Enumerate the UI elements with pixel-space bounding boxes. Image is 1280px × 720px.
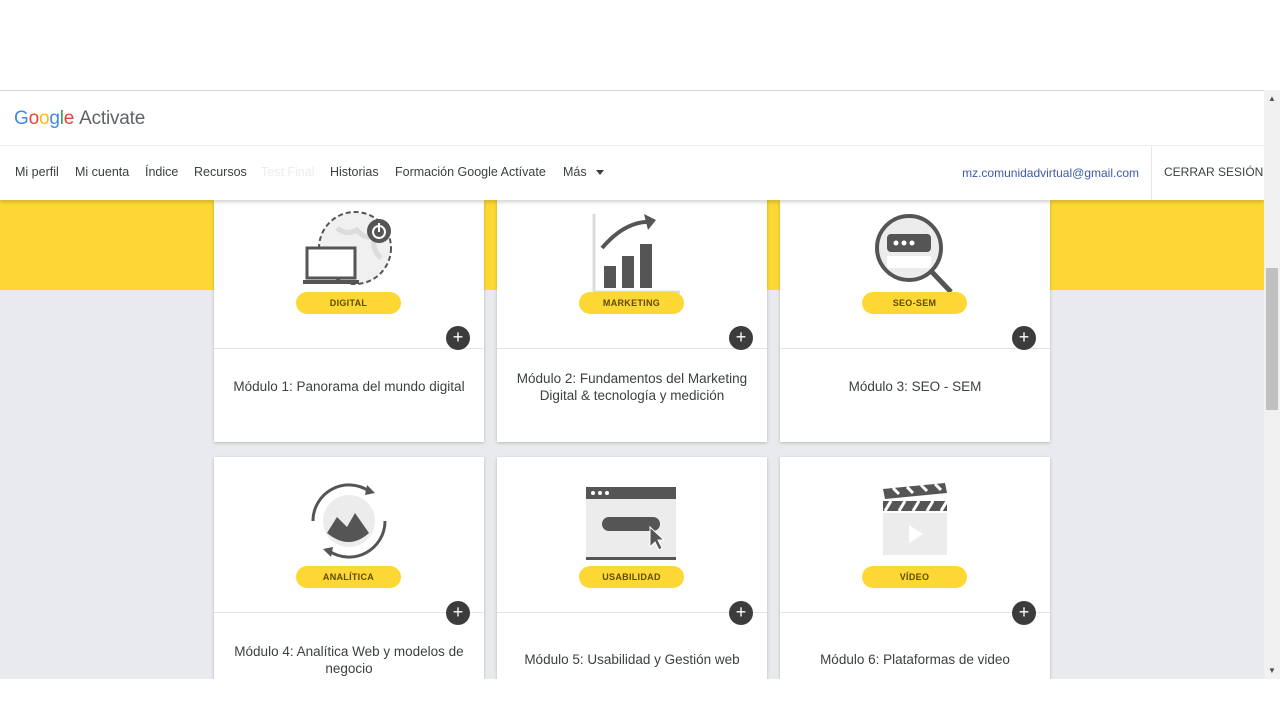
clapperboard-icon [883,482,949,555]
magnifier-browser-icon [875,214,953,294]
card-top: MARKETING [497,200,767,349]
nav-formacion[interactable]: Formación Google Actívate [395,165,546,179]
vertical-scrollbar[interactable]: ▲ ▼ [1264,90,1280,679]
analytics-cycle-icon [311,483,387,559]
nav-recursos[interactable]: Recursos [194,165,247,179]
expand-plus-button[interactable]: + [729,326,753,350]
module-title[interactable]: Módulo 5: Usabilidad y Gestión web [509,651,755,668]
module-card-1[interactable]: DIGITAL + Módulo 1: Panorama del mundo d… [214,200,484,442]
nav-mi-cuenta[interactable]: Mi cuenta [75,165,129,179]
badge-digital: DIGITAL [296,292,401,314]
logout-button[interactable]: CERRAR SESIÓN [1164,165,1263,179]
card-top: VÍDEO [780,457,1050,613]
badge-usabilidad: USABILIDAD [579,566,684,588]
logout-divider [1151,146,1152,200]
site-header: Google Activate Mi perfil Mi cuenta Índic… [0,91,1264,200]
google-activate-logo[interactable]: Google Activate [14,108,145,130]
module-title[interactable]: Módulo 1: Panorama del mundo digital [226,378,472,395]
module-title[interactable]: Módulo 6: Plataformas de video [792,651,1038,668]
expand-plus-button[interactable]: + [1012,601,1036,625]
window-bottom-area [0,679,1280,720]
nav-mi-perfil[interactable]: Mi perfil [15,165,59,179]
module-card-4[interactable]: ANALÍTICA + Módulo 4: Analítica Web y mo… [214,457,484,680]
scroll-thumb[interactable] [1266,268,1278,410]
chevron-down-icon [595,170,604,176]
growth-chart-icon [592,214,680,294]
module-card-2[interactable]: MARKETING + Módulo 2: Fundamentos del Ma… [497,200,767,442]
nav-historias[interactable]: Historias [330,165,379,179]
browser-cursor-icon [586,487,676,560]
nav-mas-dropdown[interactable]: Más [563,165,604,179]
expand-plus-button[interactable]: + [729,601,753,625]
module-card-6[interactable]: VÍDEO + Módulo 6: Plataformas de video [780,457,1050,680]
scroll-up-arrow-icon[interactable]: ▲ [1264,90,1280,107]
module-title[interactable]: Módulo 2: Fundamentos del Marketing Digi… [509,370,755,404]
scroll-down-arrow-icon[interactable]: ▼ [1264,662,1280,679]
expand-plus-button[interactable]: + [1012,326,1036,350]
nav-test-final[interactable]: Test Final [261,165,315,179]
module-title[interactable]: Módulo 3: SEO - SEM [792,378,1038,395]
card-top: DIGITAL [214,200,484,349]
nav-mas-label: Más [563,165,587,179]
expand-plus-button[interactable]: + [446,326,470,350]
badge-marketing: MARKETING [579,292,684,314]
nav-indice[interactable]: Índice [145,165,178,179]
module-card-5[interactable]: USABILIDAD + Módulo 5: Usabilidad y Gest… [497,457,767,680]
badge-seo-sem: SEO-SEM [862,292,967,314]
expand-plus-button[interactable]: + [446,601,470,625]
page-viewport: DIGITAL + Módulo 1: Panorama del mundo d… [0,90,1264,680]
globe-laptop-power-icon [303,211,392,285]
module-card-3[interactable]: SEO-SEM + Módulo 3: SEO - SEM [780,200,1050,442]
badge-video: VÍDEO [862,566,967,588]
card-top: SEO-SEM [780,200,1050,349]
main-nav: Mi perfil Mi cuenta Índice Recursos Test… [0,146,1264,200]
badge-analitica: ANALÍTICA [296,566,401,588]
user-email[interactable]: mz.comunidadvirtual@gmail.com [962,166,1139,180]
card-top: ANALÍTICA [214,457,484,613]
module-title[interactable]: Módulo 4: Analítica Web y modelos de neg… [226,643,472,677]
card-top: USABILIDAD [497,457,767,613]
